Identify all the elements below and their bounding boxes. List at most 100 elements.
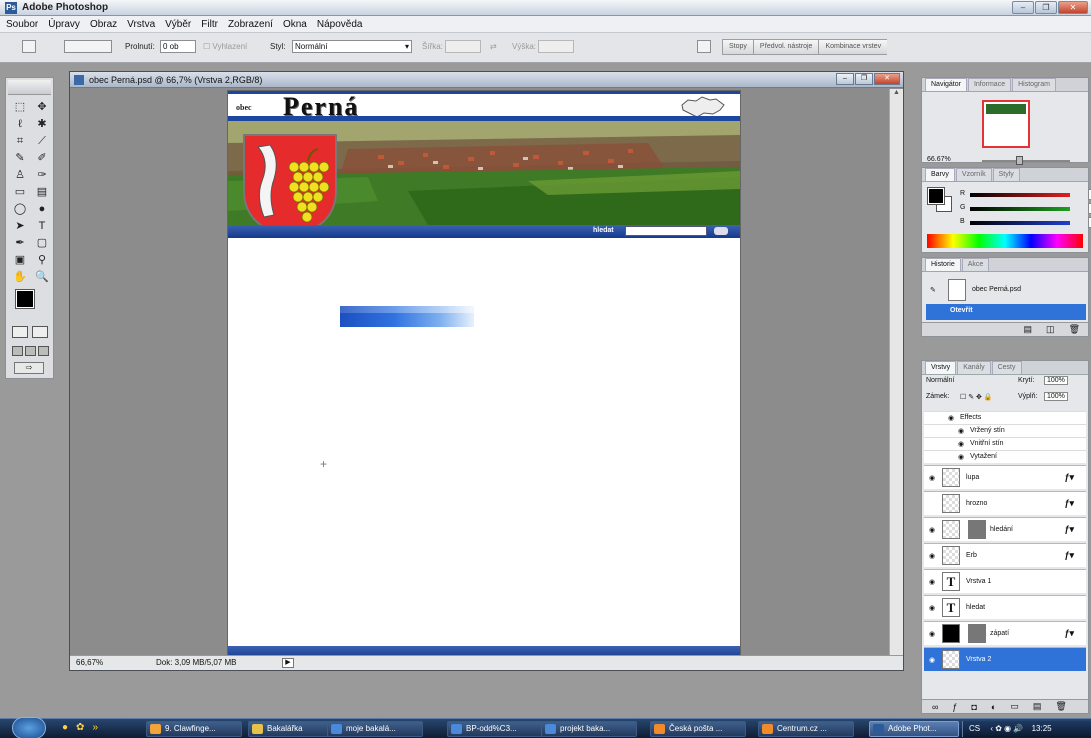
sirka-input[interactable]: [445, 40, 481, 53]
language-indicator[interactable]: CS: [969, 724, 980, 733]
prolnuti-input[interactable]: 0 ob: [160, 40, 196, 53]
navigator-zoom[interactable]: 66.67%: [927, 156, 951, 163]
eye-icon[interactable]: ◉: [958, 453, 964, 461]
blend-mode-select[interactable]: Normální: [926, 377, 954, 384]
menu-vrstva[interactable]: Vrstva: [127, 19, 155, 30]
document-titlebar[interactable]: obec Perná.psd @ 66,7% (Vrstva 2,RGB/8) …: [70, 72, 903, 88]
layer-mask-thumbnail[interactable]: [968, 624, 986, 643]
navigator-zoom-slider[interactable]: [982, 156, 1070, 165]
navigator-thumbnail[interactable]: [982, 100, 1030, 148]
trash-icon[interactable]: 🗑: [1069, 324, 1080, 335]
type-icon[interactable]: T: [33, 219, 51, 233]
blur-icon[interactable]: ●: [33, 202, 51, 216]
menu-soubor[interactable]: Soubor: [6, 19, 38, 30]
history-snapshot[interactable]: ✎ obec Perná.psd: [926, 278, 1086, 302]
effect-item[interactable]: ◉ Vržený stín: [924, 424, 1086, 437]
shape-icon[interactable]: ▢: [33, 236, 51, 250]
eye-icon[interactable]: ◉: [926, 552, 938, 560]
layer-mask-thumbnail[interactable]: [968, 520, 986, 539]
palette-well-icon[interactable]: [697, 40, 711, 53]
taskbar-button[interactable]: 9. Clawfinge...: [146, 721, 242, 737]
fx-icon[interactable]: ƒ▾: [1064, 524, 1074, 535]
slice-icon[interactable]: ⟋: [33, 134, 51, 148]
quick-launch-more-icon[interactable]: »: [92, 722, 98, 733]
pen-icon[interactable]: ✒: [11, 236, 29, 250]
layer-row[interactable]: hrozno ƒ▾: [924, 491, 1086, 515]
path-select-icon[interactable]: ➤: [11, 219, 29, 233]
selection-mode-icons[interactable]: [64, 40, 112, 53]
layer-row[interactable]: ◉ Vrstva 2: [924, 647, 1086, 671]
zoom-icon[interactable]: 🔍: [33, 270, 51, 284]
maximize-button[interactable]: ❐: [1035, 1, 1057, 14]
menu-zobrazeni[interactable]: Zobrazení: [228, 19, 273, 30]
minimize-button[interactable]: –: [1012, 1, 1034, 14]
menu-vyber[interactable]: Výběr: [165, 19, 191, 30]
taskbar-button[interactable]: Centrum.cz ...: [758, 721, 854, 737]
stamp-icon[interactable]: ♙: [11, 168, 29, 182]
menu-upravy[interactable]: Úpravy: [48, 19, 80, 30]
site-search-input[interactable]: [625, 226, 707, 236]
jump-to-imageready-icon[interactable]: ⇨: [14, 362, 44, 374]
menu-filtr[interactable]: Filtr: [201, 19, 218, 30]
fx-icon[interactable]: ƒ▾: [1064, 628, 1074, 639]
start-orb-icon[interactable]: [12, 717, 46, 738]
menu-napoveda[interactable]: Nápověda: [317, 19, 363, 30]
navigator-slider-handle[interactable]: [1016, 156, 1023, 165]
lasso-icon[interactable]: ℓ: [11, 117, 29, 131]
layer-row[interactable]: ◉ T Vrstva 1: [924, 569, 1086, 593]
eye-icon[interactable]: ◉: [958, 427, 964, 435]
doc-close-button[interactable]: ✕: [874, 73, 900, 85]
styl-select[interactable]: Normální ▾: [292, 40, 412, 53]
hand-icon[interactable]: ✋: [11, 270, 29, 284]
slider-track[interactable]: [970, 221, 1070, 225]
eyedropper-icon[interactable]: ⚲: [33, 253, 51, 267]
effect-item[interactable]: ◉ Vnitřní stín: [924, 437, 1086, 450]
swap-icon[interactable]: ⇄: [490, 42, 497, 51]
document-vertical-scrollbar[interactable]: ▲: [889, 89, 903, 656]
eye-icon[interactable]: ◉: [948, 414, 954, 422]
eye-icon[interactable]: ◉: [958, 440, 964, 448]
standard-mode-icon[interactable]: [12, 326, 28, 338]
image-canvas[interactable]: obec Perná hledat +: [228, 91, 740, 659]
firefox-quick-icon[interactable]: ●: [62, 722, 68, 733]
crop-icon[interactable]: ⌗: [11, 134, 29, 148]
fx-icon[interactable]: ƒ▾: [1064, 472, 1074, 483]
pencil-icon[interactable]: ✐: [33, 151, 51, 165]
color-fg-swatch[interactable]: [927, 187, 945, 205]
tab-vzornik[interactable]: Vzorník: [955, 168, 992, 181]
feather-icon[interactable]: [8, 80, 51, 95]
tab-cesty[interactable]: Cesty: [991, 361, 1022, 374]
taskbar-button[interactable]: moje bakalá...: [327, 721, 423, 737]
tab-informace[interactable]: Informace: [967, 78, 1012, 91]
doc-maximize-button[interactable]: ❐: [855, 73, 873, 85]
status-menu-icon[interactable]: ▶: [282, 658, 294, 668]
fill-input[interactable]: 100%: [1044, 392, 1068, 401]
tab-styly[interactable]: Styly: [992, 168, 1020, 181]
eye-icon[interactable]: ◉: [926, 526, 938, 534]
layer-row[interactable]: ◉ lupa ƒ▾: [924, 465, 1086, 489]
close-button[interactable]: ✕: [1058, 1, 1088, 14]
lock-icons[interactable]: ☐ ✎ ✥ 🔒: [960, 393, 993, 401]
layer-row[interactable]: ◉ Thledat: [924, 595, 1086, 619]
taskbar-button[interactable]: BP-odd%C3...: [447, 721, 543, 737]
tab-vrstvy[interactable]: Vrstvy: [925, 361, 957, 374]
brush-icon[interactable]: ✎: [11, 151, 29, 165]
taskbar-button[interactable]: projekt baka...: [541, 721, 637, 737]
eye-icon[interactable]: ◉: [926, 656, 938, 664]
zoom-level[interactable]: 66,67%: [76, 658, 103, 667]
tab-histogram[interactable]: Histogram: [1012, 78, 1056, 91]
screen-mode-menu-icon[interactable]: [25, 346, 36, 356]
new-document-icon[interactable]: ▤: [1024, 324, 1033, 335]
marquee-icon[interactable]: ⬚: [11, 100, 29, 114]
gradient-icon[interactable]: ▤: [33, 185, 51, 199]
fx-icon[interactable]: ƒ▾: [1064, 498, 1074, 509]
effect-item[interactable]: ◉ Vytažení: [924, 450, 1086, 463]
color-spectrum[interactable]: [927, 234, 1083, 248]
tab-kanaly[interactable]: Kanály: [957, 361, 991, 374]
fx-icon[interactable]: ƒ▾: [1064, 550, 1074, 561]
taskbar-button[interactable]: Česká pošta ...: [650, 721, 746, 737]
menu-obraz[interactable]: Obraz: [90, 19, 117, 30]
history-brush-icon[interactable]: ✑: [33, 168, 51, 182]
eye-icon[interactable]: ◉: [926, 578, 938, 586]
tab-historie[interactable]: Historie: [925, 258, 961, 271]
